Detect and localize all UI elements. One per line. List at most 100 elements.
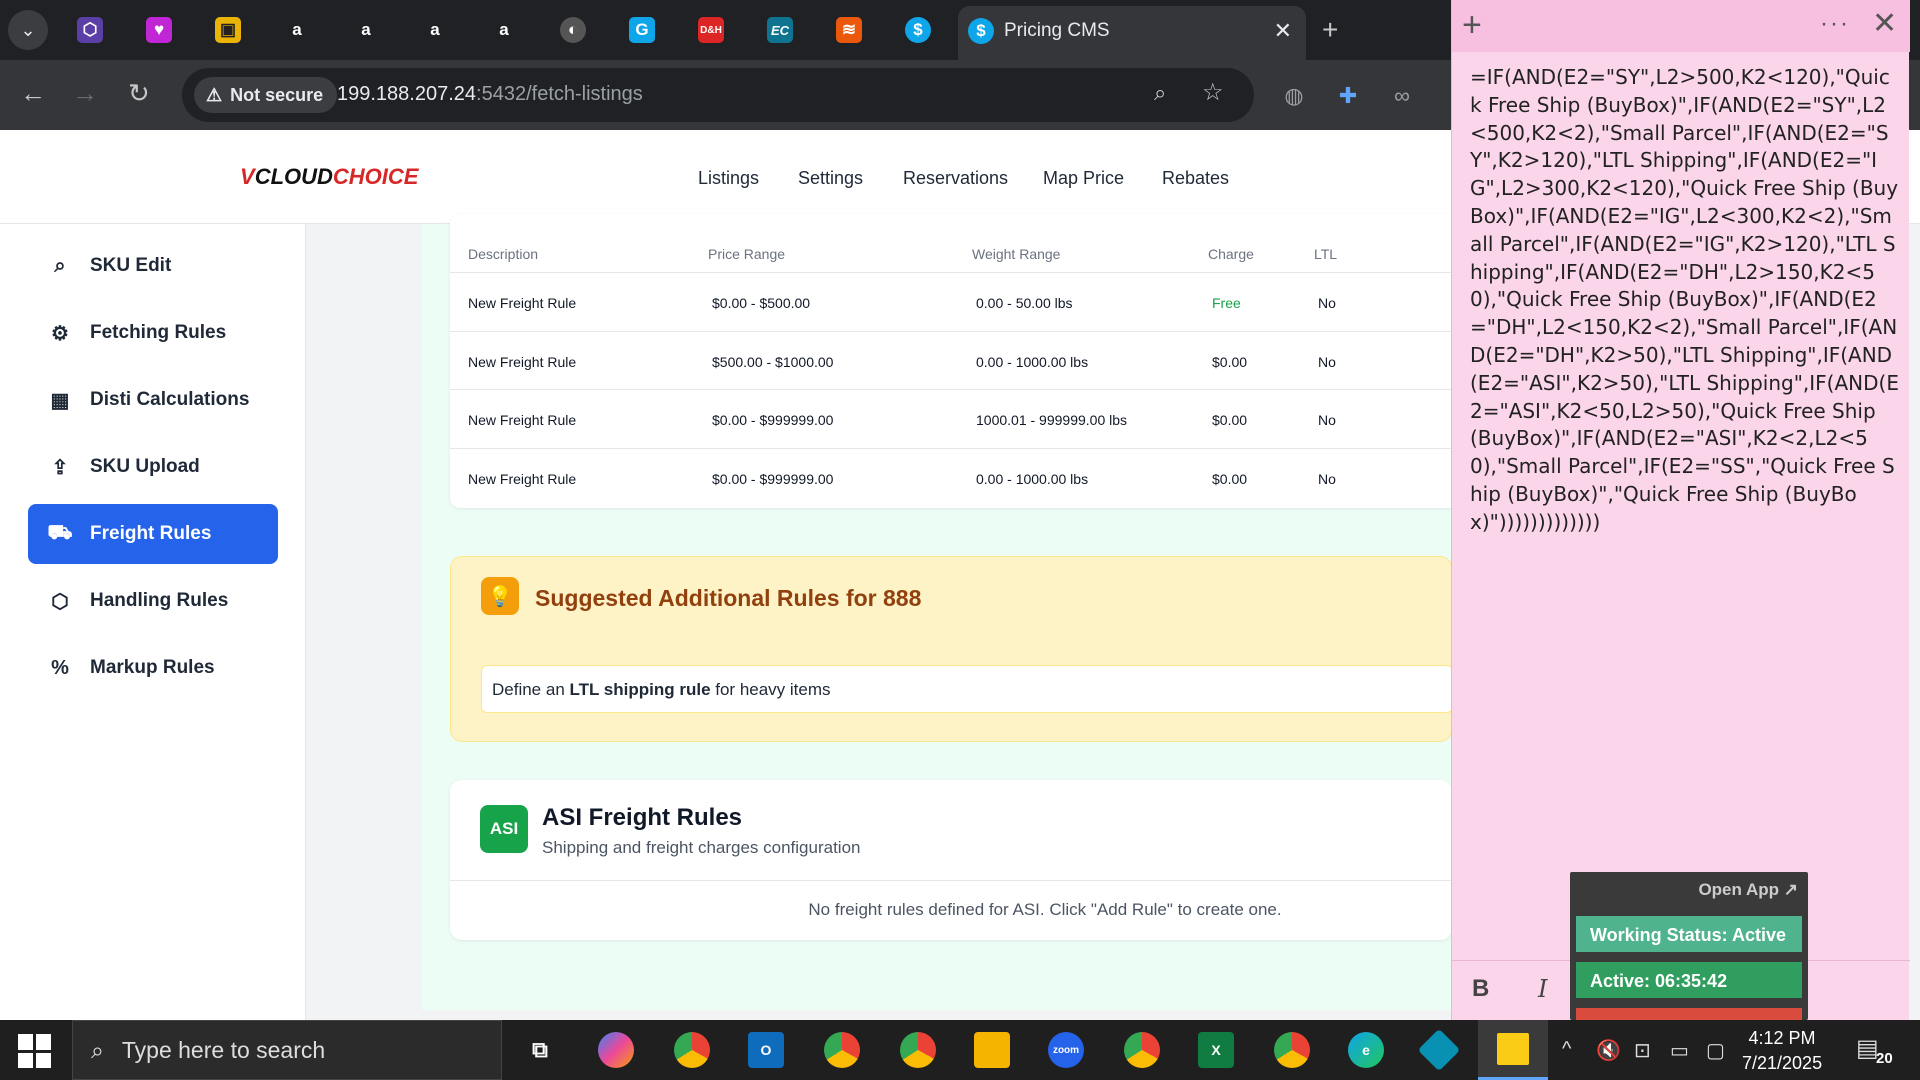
security-chip[interactable]: ⚠ Not secure [194,77,338,113]
sticky-notes-taskbar-button[interactable] [1478,1020,1548,1080]
suggested-rules-panel: 💡 Suggested Additional Rules for 888 Def… [450,556,1453,742]
chrome-icon[interactable] [1124,1032,1160,1068]
sidebar-item-fetching-rules[interactable]: ⚙ Fetching Rules [28,303,278,363]
suggestion-item[interactable]: Define an LTL shipping rule for heavy it… [481,665,1453,713]
col-weight-range: Weight Range [972,246,1061,262]
sidebar-item-freight-rules[interactable]: ⛟ Freight Rules [28,504,278,564]
sticky-notes-icon [1497,1032,1529,1065]
cell-description: New Freight Rule [468,412,577,428]
bookmark-star-icon[interactable]: ☆ [1202,78,1224,107]
table-row[interactable]: New Freight Rule $0.00 - $999999.00 1000… [450,389,1480,447]
clock-time: 4:12 PM [1748,1028,1816,1048]
asi-title: ASI Freight Rules [542,804,743,831]
copilot-icon[interactable] [598,1032,634,1068]
meet-icon[interactable]: ⊡ [1634,1038,1651,1063]
address-bar[interactable]: ⚠ Not secure 199.188.207.24:5432/fetch-l… [182,68,1254,122]
task-view-icon[interactable]: ⧉ [522,1032,558,1068]
sidebar-item-markup-rules[interactable]: % Markup Rules [28,638,278,698]
suggestion-suffix: for heavy items [710,680,831,699]
chrome-icon[interactable] [1274,1032,1310,1068]
sidebar-item-label: Freight Rules [90,523,212,544]
extension-icon[interactable]: ✚ [1334,82,1362,110]
tab-favicon-amazon-icon[interactable]: a [484,10,524,50]
table-row[interactable]: New Freight Rule $0.00 - $500.00 0.00 - … [450,272,1480,330]
cell-weight-range: 0.00 - 1000.00 lbs [976,354,1089,370]
logo-choice: CHOICE [332,164,419,189]
nav-reservations[interactable]: Reservations [903,168,1008,189]
tab-favicon-amazon-icon[interactable]: a [415,10,455,50]
inactive-timer [1576,1008,1802,1020]
table-row[interactable]: New Freight Rule $500.00 - $1000.00 0.00… [450,331,1480,389]
app-diamond-icon[interactable] [1417,1028,1461,1072]
cell-weight-range: 0.00 - 1000.00 lbs [976,471,1089,487]
url-host: 199.188.207.24 [337,83,477,105]
active-tab[interactable]: $ Pricing CMS ✕ [958,6,1306,60]
tab-favicon-amazon-icon[interactable]: a [346,10,386,50]
nav-map-price[interactable]: Map Price [1043,168,1124,189]
close-tab-icon[interactable]: ✕ [1274,18,1292,44]
cell-ltl: No [1318,354,1336,370]
battery-icon[interactable]: ▭ [1670,1038,1689,1063]
sidebar-item-sku-upload[interactable]: ⇪ SKU Upload [28,437,278,497]
new-tab-button[interactable]: + [1322,14,1338,46]
windows-start-icon[interactable] [18,1034,52,1068]
more-options-icon[interactable]: ··· [1820,10,1850,38]
file-explorer-icon[interactable] [974,1032,1010,1068]
cell-weight-range: 0.00 - 50.00 lbs [976,295,1073,311]
lightbulb-icon: 💡 [481,577,519,615]
extension-link-icon[interactable]: ∞ [1388,82,1416,110]
add-note-icon[interactable]: + [1462,6,1482,45]
sidebar-item-handling-rules[interactable]: ⬡ Handling Rules [28,571,278,631]
tab-favicon-cube-icon[interactable]: ⬡ [70,10,110,50]
chevron-up-icon[interactable]: ^ [1562,1038,1571,1061]
excel-icon[interactable]: X [1198,1032,1234,1068]
url-path: :5432/fetch-listings [476,83,643,105]
taskbar-search[interactable]: ⌕ Type here to search [72,1020,502,1080]
tab-search-button[interactable]: ⌄ [8,10,48,50]
logo-cloud: CLOUD [254,164,333,189]
tab-favicon-dollar-icon[interactable]: $ [898,10,938,50]
chrome-icon[interactable] [674,1032,710,1068]
italic-button[interactable]: I [1538,975,1547,1003]
tab-favicon-stack-icon[interactable]: ≋ [829,10,869,50]
tab-favicon-box-icon[interactable]: ▣ [208,10,248,50]
tab-favicon-amazon-icon[interactable]: a [277,10,317,50]
sidebar-item-label: Handling Rules [90,590,229,611]
chrome-icon[interactable] [824,1032,860,1068]
tab-favicon-g-icon[interactable]: G [622,10,662,50]
mute-icon[interactable]: 🔇 [1596,1038,1621,1063]
nav-listings[interactable]: Listings [698,168,759,189]
clock[interactable]: 4:12 PM 7/21/2025 [1742,1026,1822,1076]
chrome-icon[interactable] [900,1032,936,1068]
bold-button[interactable]: B [1472,975,1489,1003]
sidebar-item-disti-calculations[interactable]: ▦ Disti Calculations [28,370,278,430]
site-logo[interactable]: VCLOUDCHOICE [240,164,418,190]
tab-favicon-heart-icon[interactable]: ♥ [139,10,179,50]
edge-icon[interactable]: e [1348,1032,1384,1068]
tab-favicon-dh-icon[interactable]: D&H [691,10,731,50]
asi-badge: ASI [480,805,528,853]
close-icon[interactable]: ✕ [1872,6,1897,41]
forward-arrow-icon[interactable]: → [72,78,98,109]
sidebar-item-label: Fetching Rules [90,322,227,343]
tab-favicon-globe-icon[interactable]: ◐ [553,10,593,50]
outlook-icon[interactable]: O [748,1032,784,1068]
reload-icon[interactable]: ↻ [128,78,150,109]
nav-rebates[interactable]: Rebates [1162,168,1229,189]
globe-icon[interactable]: ◍ [1280,82,1308,110]
zoom-icon[interactable]: zoom [1048,1032,1084,1068]
network-icon[interactable]: ▢ [1706,1038,1725,1063]
back-arrow-icon[interactable]: ← [20,78,46,109]
zoom-icon[interactable]: ⌕ [1154,80,1166,106]
taskbar: ⌕ Type here to search ⧉ O zoom X e ^ 🔇 ⊡… [0,1020,1920,1080]
sticky-note-window: + ··· ✕ =IF(AND(E2="SY",L2>500,K2<120),"… [1451,0,1910,1020]
table-row[interactable]: New Freight Rule $0.00 - $999999.00 0.00… [450,448,1480,506]
open-app-link[interactable]: Open App ↗ [1698,880,1798,900]
search-icon: ⌕ [54,254,66,277]
nav-settings[interactable]: Settings [798,168,863,189]
cell-description: New Freight Rule [468,354,577,370]
cell-ltl: No [1318,295,1336,311]
sticky-note-text[interactable]: =IF(AND(E2="SY",L2>500,K2<120),"Quick Fr… [1470,64,1900,537]
tab-favicon-ec-icon[interactable]: EC [760,10,800,50]
sidebar-item-sku-edit[interactable]: ⌕ SKU Edit [28,236,278,296]
